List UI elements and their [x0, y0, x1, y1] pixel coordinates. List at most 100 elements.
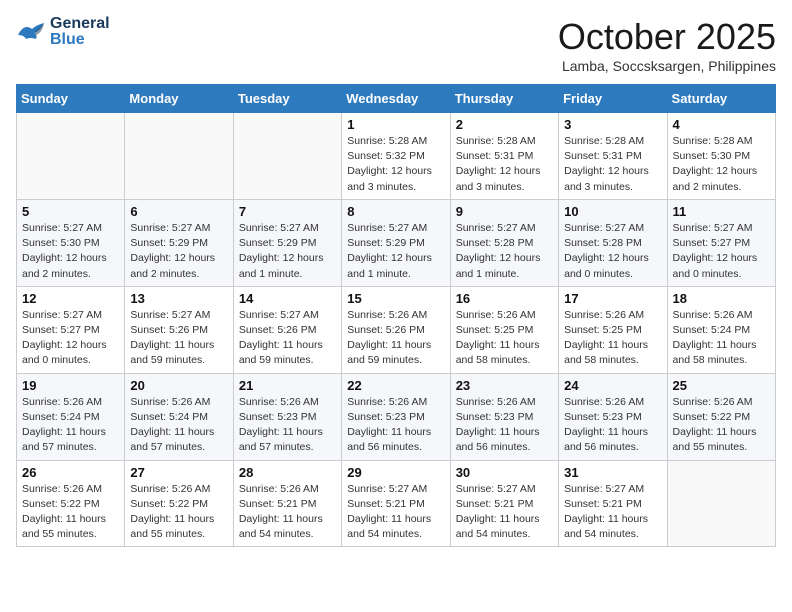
- day-number: 18: [673, 291, 770, 306]
- day-info: Sunrise: 5:26 AM Sunset: 5:25 PM Dayligh…: [456, 308, 553, 369]
- calendar-cell: 15 Sunrise: 5:26 AM Sunset: 5:26 PM Dayli…: [342, 286, 450, 373]
- day-number: 7: [239, 204, 336, 219]
- calendar: SundayMondayTuesdayWednesdayThursdayFrid…: [16, 84, 776, 547]
- calendar-cell: 31Sunrise: 5:27 AM Sunset: 5:21 PM Dayli…: [559, 460, 667, 547]
- day-number: 4: [673, 117, 770, 132]
- day-info: Sunrise: 5:27 AM Sunset: 5:21 PM Dayligh…: [456, 482, 553, 543]
- weekday-wednesday: Wednesday: [342, 85, 450, 113]
- location: Lamba, Soccsksargen, Philippines: [558, 58, 776, 74]
- day-info: Sunrise: 5:27 AM Sunset: 5:29 PM Dayligh…: [130, 221, 227, 282]
- day-info: Sunrise: 5:27 AM Sunset: 5:21 PM Dayligh…: [564, 482, 661, 543]
- calendar-cell: 29Sunrise: 5:27 AM Sunset: 5:21 PM Dayli…: [342, 460, 450, 547]
- day-number: 30: [456, 465, 553, 480]
- day-info: Sunrise: 5:26 AM Sunset: 5:22 PM Dayligh…: [130, 482, 227, 543]
- week-row-5: 26 Sunrise: 5:26 AM Sunset: 5:22 PM Dayli…: [17, 460, 776, 547]
- weekday-friday: Friday: [559, 85, 667, 113]
- day-info: Sunrise: 5:26 AM Sunset: 5:23 PM Dayligh…: [564, 395, 661, 456]
- weekday-sunday: Sunday: [17, 85, 125, 113]
- day-info: Sunrise: 5:27 AM Sunset: 5:29 PM Dayligh…: [347, 221, 444, 282]
- calendar-cell: 28 Sunrise: 5:26 AM Sunset: 5:21 PM Dayli…: [233, 460, 341, 547]
- calendar-cell: 16 Sunrise: 5:26 AM Sunset: 5:25 PM Dayli…: [450, 286, 558, 373]
- calendar-cell: 17 Sunrise: 5:26 AM Sunset: 5:25 PM Dayli…: [559, 286, 667, 373]
- day-number: 26: [22, 465, 119, 480]
- day-info: Sunrise: 5:26 AM Sunset: 5:25 PM Dayligh…: [564, 308, 661, 369]
- day-info: Sunrise: 5:26 AM Sunset: 5:23 PM Dayligh…: [239, 395, 336, 456]
- day-info: Sunrise: 5:26 AM Sunset: 5:22 PM Dayligh…: [673, 395, 770, 456]
- day-number: 25: [673, 378, 770, 393]
- calendar-cell: 11 Sunrise: 5:27 AM Sunset: 5:27 PM Dayli…: [667, 199, 775, 286]
- day-number: 20: [130, 378, 227, 393]
- calendar-cell: [17, 113, 125, 200]
- day-number: 27: [130, 465, 227, 480]
- calendar-cell: 21 Sunrise: 5:26 AM Sunset: 5:23 PM Dayli…: [233, 373, 341, 460]
- calendar-cell: 8Sunrise: 5:27 AM Sunset: 5:29 PM Daylig…: [342, 199, 450, 286]
- day-number: 17: [564, 291, 661, 306]
- day-info: Sunrise: 5:28 AM Sunset: 5:31 PM Dayligh…: [564, 134, 661, 195]
- weekday-thursday: Thursday: [450, 85, 558, 113]
- day-info: Sunrise: 5:27 AM Sunset: 5:27 PM Dayligh…: [673, 221, 770, 282]
- calendar-cell: [125, 113, 233, 200]
- day-number: 21: [239, 378, 336, 393]
- weekday-monday: Monday: [125, 85, 233, 113]
- month-year: October 2025: [558, 16, 776, 58]
- calendar-cell: 6 Sunrise: 5:27 AM Sunset: 5:29 PM Daylig…: [125, 199, 233, 286]
- calendar-cell: 19 Sunrise: 5:26 AM Sunset: 5:24 PM Dayli…: [17, 373, 125, 460]
- calendar-cell: 7 Sunrise: 5:27 AM Sunset: 5:29 PM Daylig…: [233, 199, 341, 286]
- day-number: 11: [673, 204, 770, 219]
- calendar-cell: 4 Sunrise: 5:28 AM Sunset: 5:30 PM Daylig…: [667, 113, 775, 200]
- logo: General Blue: [16, 16, 110, 48]
- calendar-cell: 30 Sunrise: 5:27 AM Sunset: 5:21 PM Dayli…: [450, 460, 558, 547]
- weekday-header-row: SundayMondayTuesdayWednesdayThursdayFrid…: [17, 85, 776, 113]
- day-info: Sunrise: 5:26 AM Sunset: 5:24 PM Dayligh…: [673, 308, 770, 369]
- day-number: 5: [22, 204, 119, 219]
- day-number: 16: [456, 291, 553, 306]
- day-info: Sunrise: 5:27 AM Sunset: 5:29 PM Dayligh…: [239, 221, 336, 282]
- calendar-cell: 22 Sunrise: 5:26 AM Sunset: 5:23 PM Dayli…: [342, 373, 450, 460]
- week-row-2: 5Sunrise: 5:27 AM Sunset: 5:30 PM Daylig…: [17, 199, 776, 286]
- calendar-cell: 10 Sunrise: 5:27 AM Sunset: 5:28 PM Dayli…: [559, 199, 667, 286]
- day-info: Sunrise: 5:26 AM Sunset: 5:24 PM Dayligh…: [22, 395, 119, 456]
- day-info: Sunrise: 5:28 AM Sunset: 5:31 PM Dayligh…: [456, 134, 553, 195]
- day-number: 3: [564, 117, 661, 132]
- day-number: 2: [456, 117, 553, 132]
- calendar-cell: 23Sunrise: 5:26 AM Sunset: 5:23 PM Dayli…: [450, 373, 558, 460]
- day-info: Sunrise: 5:26 AM Sunset: 5:26 PM Dayligh…: [347, 308, 444, 369]
- calendar-cell: 2 Sunrise: 5:28 AM Sunset: 5:31 PM Daylig…: [450, 113, 558, 200]
- calendar-cell: 5Sunrise: 5:27 AM Sunset: 5:30 PM Daylig…: [17, 199, 125, 286]
- day-number: 9: [456, 204, 553, 219]
- day-number: 22: [347, 378, 444, 393]
- weekday-tuesday: Tuesday: [233, 85, 341, 113]
- day-info: Sunrise: 5:27 AM Sunset: 5:28 PM Dayligh…: [564, 221, 661, 282]
- day-info: Sunrise: 5:26 AM Sunset: 5:23 PM Dayligh…: [347, 395, 444, 456]
- day-info: Sunrise: 5:26 AM Sunset: 5:21 PM Dayligh…: [239, 482, 336, 543]
- calendar-cell: 26Sunrise: 5:26 AM Sunset: 5:22 PM Dayli…: [17, 460, 125, 547]
- day-number: 10: [564, 204, 661, 219]
- day-number: 15: [347, 291, 444, 306]
- title-area: October 2025 Lamba, Soccsksargen, Philip…: [558, 16, 776, 74]
- calendar-cell: 20 Sunrise: 5:26 AM Sunset: 5:24 PM Dayli…: [125, 373, 233, 460]
- header: General Blue October 2025 Lamba, Soccsks…: [16, 16, 776, 74]
- day-info: Sunrise: 5:27 AM Sunset: 5:21 PM Dayligh…: [347, 482, 444, 543]
- day-info: Sunrise: 5:27 AM Sunset: 5:26 PM Dayligh…: [130, 308, 227, 369]
- week-row-4: 19 Sunrise: 5:26 AM Sunset: 5:24 PM Dayli…: [17, 373, 776, 460]
- day-number: 28: [239, 465, 336, 480]
- day-info: Sunrise: 5:28 AM Sunset: 5:30 PM Dayligh…: [673, 134, 770, 195]
- day-number: 14: [239, 291, 336, 306]
- day-info: Sunrise: 5:27 AM Sunset: 5:26 PM Dayligh…: [239, 308, 336, 369]
- calendar-cell: 12Sunrise: 5:27 AM Sunset: 5:27 PM Dayli…: [17, 286, 125, 373]
- day-info: Sunrise: 5:27 AM Sunset: 5:28 PM Dayligh…: [456, 221, 553, 282]
- calendar-cell: 13Sunrise: 5:27 AM Sunset: 5:26 PM Dayli…: [125, 286, 233, 373]
- calendar-cell: 14 Sunrise: 5:27 AM Sunset: 5:26 PM Dayli…: [233, 286, 341, 373]
- day-number: 19: [22, 378, 119, 393]
- week-row-1: 1Sunrise: 5:28 AM Sunset: 5:32 PM Daylig…: [17, 113, 776, 200]
- day-number: 23: [456, 378, 553, 393]
- calendar-cell: 25 Sunrise: 5:26 AM Sunset: 5:22 PM Dayli…: [667, 373, 775, 460]
- day-info: Sunrise: 5:26 AM Sunset: 5:24 PM Dayligh…: [130, 395, 227, 456]
- day-number: 6: [130, 204, 227, 219]
- calendar-cell: 9 Sunrise: 5:27 AM Sunset: 5:28 PM Daylig…: [450, 199, 558, 286]
- calendar-cell: 18 Sunrise: 5:26 AM Sunset: 5:24 PM Dayli…: [667, 286, 775, 373]
- day-number: 1: [347, 117, 444, 132]
- logo-general: General: [50, 16, 110, 32]
- day-number: 12: [22, 291, 119, 306]
- calendar-cell: 24Sunrise: 5:26 AM Sunset: 5:23 PM Dayli…: [559, 373, 667, 460]
